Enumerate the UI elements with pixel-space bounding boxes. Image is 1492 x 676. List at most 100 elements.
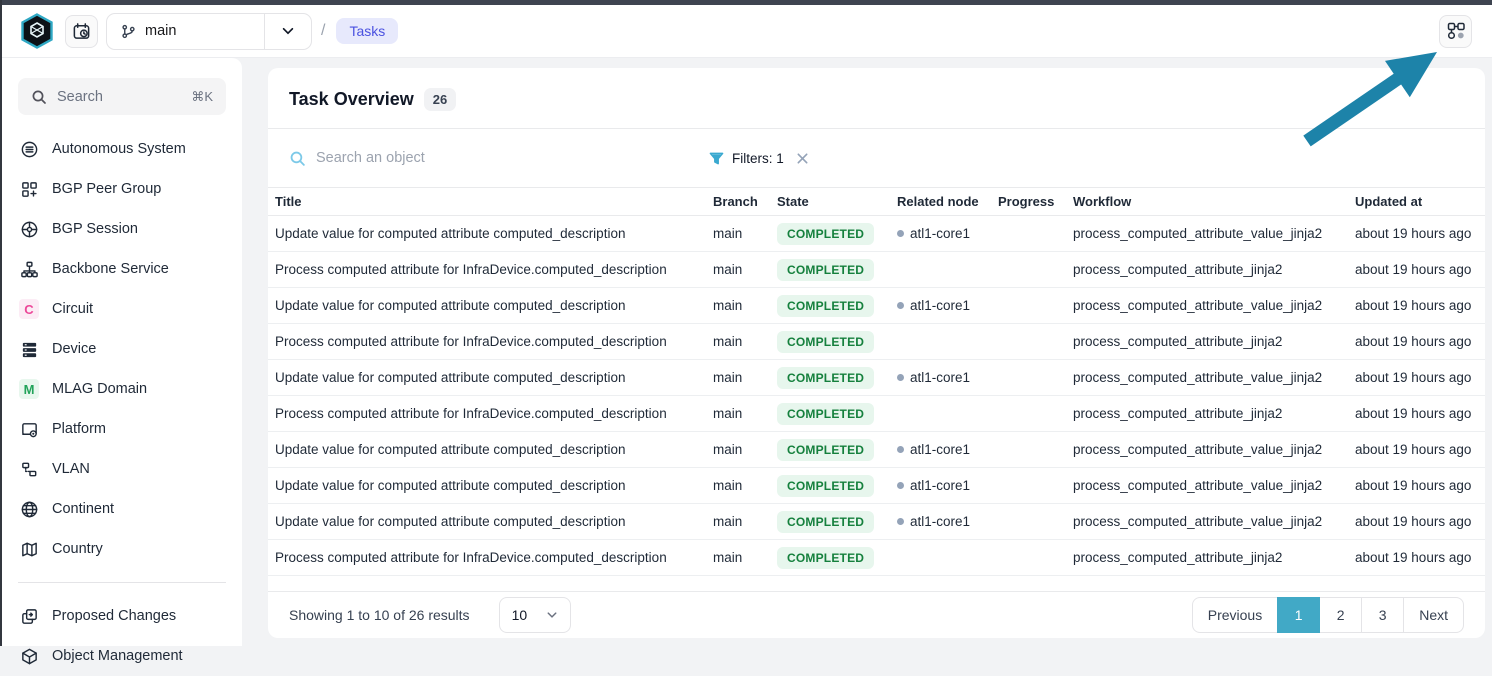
clear-filters-icon[interactable] bbox=[796, 152, 809, 165]
sidebar-item-label: Object Management bbox=[52, 648, 183, 664]
table-row[interactable]: Update value for computed attribute comp… bbox=[268, 288, 1485, 324]
cell-state: COMPLETED bbox=[770, 475, 890, 497]
autonomous-system-icon bbox=[19, 139, 39, 159]
page-button-2[interactable]: 2 bbox=[1319, 597, 1362, 633]
sidebar-item-label: BGP Session bbox=[52, 221, 138, 237]
cell-updated-at: about 19 hours ago bbox=[1348, 298, 1485, 313]
cell-branch: main bbox=[706, 298, 770, 313]
cell-branch: main bbox=[706, 406, 770, 421]
page-size-value: 10 bbox=[512, 607, 532, 623]
table-row[interactable]: Update value for computed attribute comp… bbox=[268, 504, 1485, 540]
related-node-dot-icon bbox=[897, 446, 904, 453]
page-button-1[interactable]: 1 bbox=[1277, 597, 1320, 633]
object-management-icon bbox=[19, 646, 39, 666]
related-node-dot-icon bbox=[897, 482, 904, 489]
schema-visualizer-button[interactable] bbox=[1439, 15, 1472, 48]
infrahub-logo-icon[interactable] bbox=[20, 13, 54, 49]
page-button-3[interactable]: 3 bbox=[1361, 597, 1404, 633]
state-badge: COMPLETED bbox=[777, 295, 874, 317]
column-header-updated-at: Updated at bbox=[1348, 194, 1485, 209]
breadcrumb-separator: / bbox=[321, 22, 325, 40]
cell-updated-at: about 19 hours ago bbox=[1348, 406, 1485, 421]
column-header-progress: Progress bbox=[991, 194, 1066, 209]
cell-workflow: process_computed_attribute_value_jinja2 bbox=[1066, 226, 1348, 241]
branch-selector[interactable]: main bbox=[106, 13, 312, 50]
related-node-dot-icon bbox=[897, 230, 904, 237]
table-row[interactable]: Process computed attribute for InfraDevi… bbox=[268, 324, 1485, 360]
cell-branch: main bbox=[706, 370, 770, 385]
time-travel-calendar-button[interactable] bbox=[65, 15, 98, 48]
previous-page-button[interactable]: Previous bbox=[1192, 597, 1278, 633]
sidebar-item-bgp-peer-group[interactable]: BGP Peer Group bbox=[2, 169, 242, 209]
sidebar-item-label: Proposed Changes bbox=[52, 608, 176, 624]
breadcrumb-tasks[interactable]: Tasks bbox=[336, 18, 398, 44]
sidebar-item-proposed-changes[interactable]: Proposed Changes bbox=[2, 596, 242, 636]
state-badge: COMPLETED bbox=[777, 547, 874, 569]
sidebar-item-bgp-session[interactable]: BGP Session bbox=[2, 209, 242, 249]
platform-icon bbox=[19, 419, 39, 439]
next-page-button[interactable]: Next bbox=[1403, 597, 1464, 633]
cell-workflow: process_computed_attribute_value_jinja2 bbox=[1066, 478, 1348, 493]
sidebar-item-continent[interactable]: Continent bbox=[2, 489, 242, 529]
page-title: Task Overview bbox=[289, 89, 414, 110]
sidebar-search-input[interactable]: Search ⌘K bbox=[18, 78, 226, 115]
state-badge: COMPLETED bbox=[777, 475, 874, 497]
cell-workflow: process_computed_attribute_value_jinja2 bbox=[1066, 442, 1348, 457]
column-header-related-node: Related node bbox=[890, 194, 991, 209]
sidebar-footer-menu: Proposed Changes Object Management bbox=[2, 596, 242, 676]
cell-updated-at: about 19 hours ago bbox=[1348, 370, 1485, 385]
table-row[interactable]: Process computed attribute for InfraDevi… bbox=[268, 252, 1485, 288]
object-search-placeholder: Search an object bbox=[316, 150, 425, 166]
state-badge: COMPLETED bbox=[777, 439, 874, 461]
cell-title: Update value for computed attribute comp… bbox=[268, 226, 706, 241]
related-node-dot-icon bbox=[897, 518, 904, 525]
cell-branch: main bbox=[706, 550, 770, 565]
sidebar-item-vlan[interactable]: VLAN bbox=[2, 449, 242, 489]
bgp-peer-group-icon bbox=[19, 179, 39, 199]
letter-badge: M bbox=[19, 379, 39, 399]
branch-name: main bbox=[145, 23, 176, 39]
vlan-icon bbox=[19, 459, 39, 479]
table-row[interactable]: Update value for computed attribute comp… bbox=[268, 360, 1485, 396]
object-search-input[interactable]: Search an object bbox=[289, 150, 494, 167]
table-row[interactable]: Update value for computed attribute comp… bbox=[268, 216, 1485, 252]
filter-row: Search an object Filters: 1 bbox=[268, 129, 1485, 187]
sidebar-item-label: Backbone Service bbox=[52, 261, 169, 277]
pagination-footer: Showing 1 to 10 of 26 results 10 Previou… bbox=[268, 591, 1485, 638]
cell-title: Update value for computed attribute comp… bbox=[268, 478, 706, 493]
sidebar-item-backbone-service[interactable]: Backbone Service bbox=[2, 249, 242, 289]
table-row[interactable]: Process computed attribute for InfraDevi… bbox=[268, 396, 1485, 432]
table-row[interactable]: Update value for computed attribute comp… bbox=[268, 432, 1485, 468]
sidebar-item-label: Autonomous System bbox=[52, 141, 186, 157]
sidebar-item-autonomous-system[interactable]: Autonomous System bbox=[2, 129, 242, 169]
filters-button[interactable]: Filters: 1 bbox=[709, 151, 809, 166]
sidebar-divider bbox=[18, 582, 226, 583]
sidebar-item-object-management[interactable]: Object Management bbox=[2, 636, 242, 676]
cell-branch: main bbox=[706, 478, 770, 493]
sidebar-item-label: Continent bbox=[52, 501, 114, 517]
related-node-name: atl1-core1 bbox=[910, 442, 970, 457]
cell-updated-at: about 19 hours ago bbox=[1348, 334, 1485, 349]
continent-icon bbox=[19, 499, 39, 519]
page-size-select[interactable]: 10 bbox=[499, 597, 571, 633]
sidebar-item-label: MLAG Domain bbox=[52, 381, 147, 397]
sidebar-item-device[interactable]: Device bbox=[2, 329, 242, 369]
branch-selected-value[interactable]: main bbox=[107, 14, 264, 49]
table-row[interactable]: Process computed attribute for InfraDevi… bbox=[268, 540, 1485, 576]
column-header-state: State bbox=[770, 194, 890, 209]
cell-state: COMPLETED bbox=[770, 403, 890, 425]
sidebar-item-label: Circuit bbox=[52, 301, 93, 317]
related-node-name: atl1-core1 bbox=[910, 370, 970, 385]
table-row[interactable]: Update value for computed attribute comp… bbox=[268, 468, 1485, 504]
bgp-session-icon bbox=[19, 219, 39, 239]
branch-dropdown-toggle[interactable] bbox=[264, 14, 311, 49]
circuit-letter-icon: C bbox=[19, 299, 39, 319]
sidebar-item-country[interactable]: Country bbox=[2, 529, 242, 569]
task-overview-card: Task Overview 26 Search an object Filter… bbox=[268, 68, 1485, 638]
state-badge: COMPLETED bbox=[777, 223, 874, 245]
sidebar-item-mlag-domain[interactable]: M MLAG Domain bbox=[2, 369, 242, 409]
sidebar-item-platform[interactable]: Platform bbox=[2, 409, 242, 449]
sidebar-item-circuit[interactable]: C Circuit bbox=[2, 289, 242, 329]
cell-title: Update value for computed attribute comp… bbox=[268, 442, 706, 457]
chevron-down-icon bbox=[281, 24, 295, 38]
